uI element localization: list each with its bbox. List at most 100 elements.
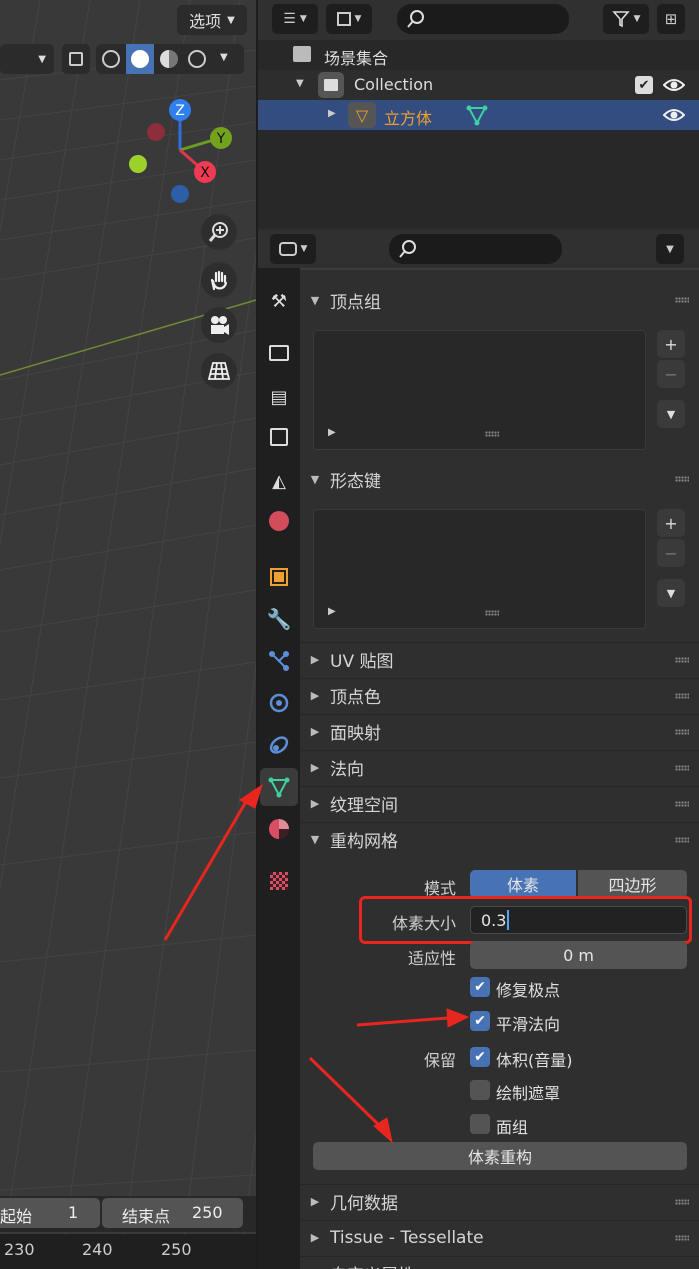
chevron-down-icon[interactable]: ▼ [220, 52, 228, 63]
expand-triangle-icon: ▼ [310, 293, 320, 307]
properties-search-input[interactable] [389, 234, 562, 264]
properties-options-dropdown[interactable]: ▼ [656, 234, 684, 264]
new-collection-button[interactable]: ⊞ [657, 4, 685, 34]
drag-handle-icon[interactable] [675, 657, 689, 663]
panel-shape-keys-header[interactable]: ▼ 形态键 [300, 462, 699, 496]
tab-mesh-data[interactable] [260, 768, 298, 806]
mesh-data-icon[interactable] [466, 104, 488, 126]
expand-triangle-icon[interactable]: ▶ [328, 108, 336, 119]
panel-custom-props-header[interactable]: ▶自定义属性 [300, 1256, 699, 1269]
vertex-group-specials-button[interactable]: ▼ [657, 400, 685, 428]
drag-handle-icon[interactable] [675, 693, 689, 699]
exclude-checkbox[interactable]: ✔ [635, 76, 653, 94]
drag-handle-icon[interactable] [675, 1235, 689, 1241]
chevron-down-icon: ▼ [633, 14, 641, 24]
expand-triangle-icon[interactable]: ▼ [296, 78, 304, 89]
panel-uv-maps-header[interactable]: ▶ UV 贴图 [300, 642, 699, 676]
expand-triangle-icon[interactable]: ▶ [328, 606, 336, 617]
tab-scene[interactable]: ◭ [260, 462, 298, 500]
drag-handle-icon[interactable] [675, 801, 689, 807]
timeline-tick: 250 [161, 1240, 192, 1259]
tab-constraints[interactable] [260, 726, 298, 764]
smooth-normals-checkbox[interactable]: ✔ [470, 1011, 490, 1031]
eye-icon[interactable] [663, 75, 685, 95]
drag-handle-icon[interactable] [675, 729, 689, 735]
solid-shading-icon[interactable] [126, 44, 154, 74]
tab-output[interactable]: ▤ [260, 378, 298, 416]
tab-view-layer[interactable] [260, 418, 298, 456]
3d-viewport[interactable]: 选项 ▼ ▼ ▼ Z Y X 起始 1 结束点 250 230 240 250 [0, 0, 256, 1269]
drag-handle-icon[interactable] [675, 837, 689, 843]
perspective-toggle-button[interactable] [201, 353, 237, 389]
remove-vertex-group-button[interactable]: − [657, 360, 685, 388]
zoom-button[interactable] [201, 214, 237, 250]
expand-triangle-icon: ▶ [310, 725, 320, 738]
drag-handle-icon[interactable] [675, 297, 689, 303]
list-resize-handle-icon[interactable] [485, 610, 499, 616]
eye-icon[interactable] [663, 105, 685, 125]
tab-render[interactable] [260, 334, 298, 372]
editor-type-dropdown[interactable]: ▼ [270, 234, 316, 264]
wireframe-shading-icon[interactable] [102, 50, 120, 68]
tab-material[interactable] [260, 810, 298, 848]
shading-mode-group[interactable]: ▼ [96, 44, 244, 74]
panel-tissue-header[interactable]: ▶ Tissue - Tessellate [300, 1220, 699, 1254]
panel-texture-space-header[interactable]: ▶ 纹理空间 [300, 786, 699, 820]
tab-modifiers[interactable]: 🔧 [260, 600, 298, 638]
tab-object[interactable] [260, 558, 298, 596]
outliner[interactable]: ☰ ▼ ▼ ▼ ⊞ 场景集合 ▼ Collection ✔ ▶ ▽ 立方体 [258, 0, 699, 228]
outliner-row-scene-collection[interactable]: 场景集合 [258, 40, 699, 70]
preserve-face-sets-checkbox[interactable] [470, 1114, 490, 1134]
preserve-paint-mask-checkbox[interactable] [470, 1080, 490, 1100]
navigation-gizmo[interactable]: Z Y X [120, 90, 240, 210]
shape-keys-list[interactable]: ▶ [313, 509, 646, 629]
xray-toggle[interactable] [62, 44, 90, 74]
voxel-remesh-button[interactable]: 体素重构 [313, 1142, 687, 1170]
remesh-mode-voxel-button[interactable]: 体素 [470, 870, 576, 898]
panel-vertex-colors-header[interactable]: ▶ 顶点色 [300, 678, 699, 712]
add-vertex-group-button[interactable]: + [657, 330, 685, 358]
drag-handle-icon[interactable] [675, 765, 689, 771]
options-dropdown[interactable]: 选项 ▼ [177, 5, 247, 35]
outliner-search-input[interactable] [397, 4, 569, 34]
new-collection-icon: ⊞ [664, 10, 678, 28]
tab-tool[interactable]: ⚒ [260, 282, 298, 320]
shape-key-specials-button[interactable]: ▼ [657, 579, 685, 607]
panel-remesh-header[interactable]: ▼ 重构网格 [300, 822, 699, 856]
panel-vertex-groups-header[interactable]: ▼ 顶点组 [300, 283, 699, 317]
filter-view-dropdown[interactable]: ▼ [326, 4, 372, 34]
drag-handle-icon[interactable] [675, 476, 689, 482]
fix-poles-checkbox[interactable]: ✔ [470, 977, 490, 997]
expand-triangle-icon[interactable]: ▶ [328, 427, 336, 438]
pan-button[interactable] [201, 262, 237, 298]
properties-editor[interactable]: ▼ ▼ ⚒ ▤ ◭ 🔧 ▼ 顶点组 ▶ + − ▼ ▼ 形态键 ▶ + − ▼ … [258, 230, 699, 1269]
remesh-mode-quad-button[interactable]: 四边形 [578, 870, 687, 898]
outliner-row-collection[interactable]: ▼ Collection ✔ [258, 70, 699, 100]
panel-normals-header[interactable]: ▶ 法向 [300, 750, 699, 784]
tab-particles[interactable] [260, 642, 298, 680]
tool-icon: ⚒ [270, 290, 288, 312]
expand-triangle-icon: ▶ [310, 761, 320, 774]
tab-physics[interactable] [260, 684, 298, 722]
panel-geometry-data-header[interactable]: ▶ 几何数据 [300, 1184, 699, 1218]
outliner-row-cube[interactable]: ▶ ▽ 立方体 [258, 100, 699, 130]
panel-face-maps-header[interactable]: ▶ 面映射 [300, 714, 699, 748]
adaptivity-field[interactable]: 0 m [470, 941, 687, 969]
end-frame-field[interactable]: 结束点 250 [102, 1198, 243, 1228]
material-shading-icon[interactable] [160, 50, 178, 68]
remove-shape-key-button[interactable]: − [657, 539, 685, 567]
display-mode-dropdown[interactable]: ☰ ▼ [272, 4, 318, 34]
tab-texture[interactable] [260, 862, 298, 900]
vertex-groups-list[interactable]: ▶ [313, 330, 646, 450]
list-resize-handle-icon[interactable] [485, 431, 499, 437]
add-shape-key-button[interactable]: + [657, 509, 685, 537]
drag-handle-icon[interactable] [675, 1199, 689, 1205]
rendered-shading-icon[interactable] [188, 50, 206, 68]
overlay-dropdown[interactable]: ▼ [0, 44, 54, 74]
filter-dropdown[interactable]: ▼ [603, 4, 649, 34]
preserve-volume-checkbox[interactable]: ✔ [470, 1047, 490, 1067]
start-frame-field[interactable]: 起始 1 [0, 1198, 100, 1228]
timeline-ruler[interactable]: 230 240 250 [0, 1234, 256, 1269]
camera-view-button[interactable] [201, 307, 237, 343]
tab-world[interactable] [260, 502, 298, 540]
